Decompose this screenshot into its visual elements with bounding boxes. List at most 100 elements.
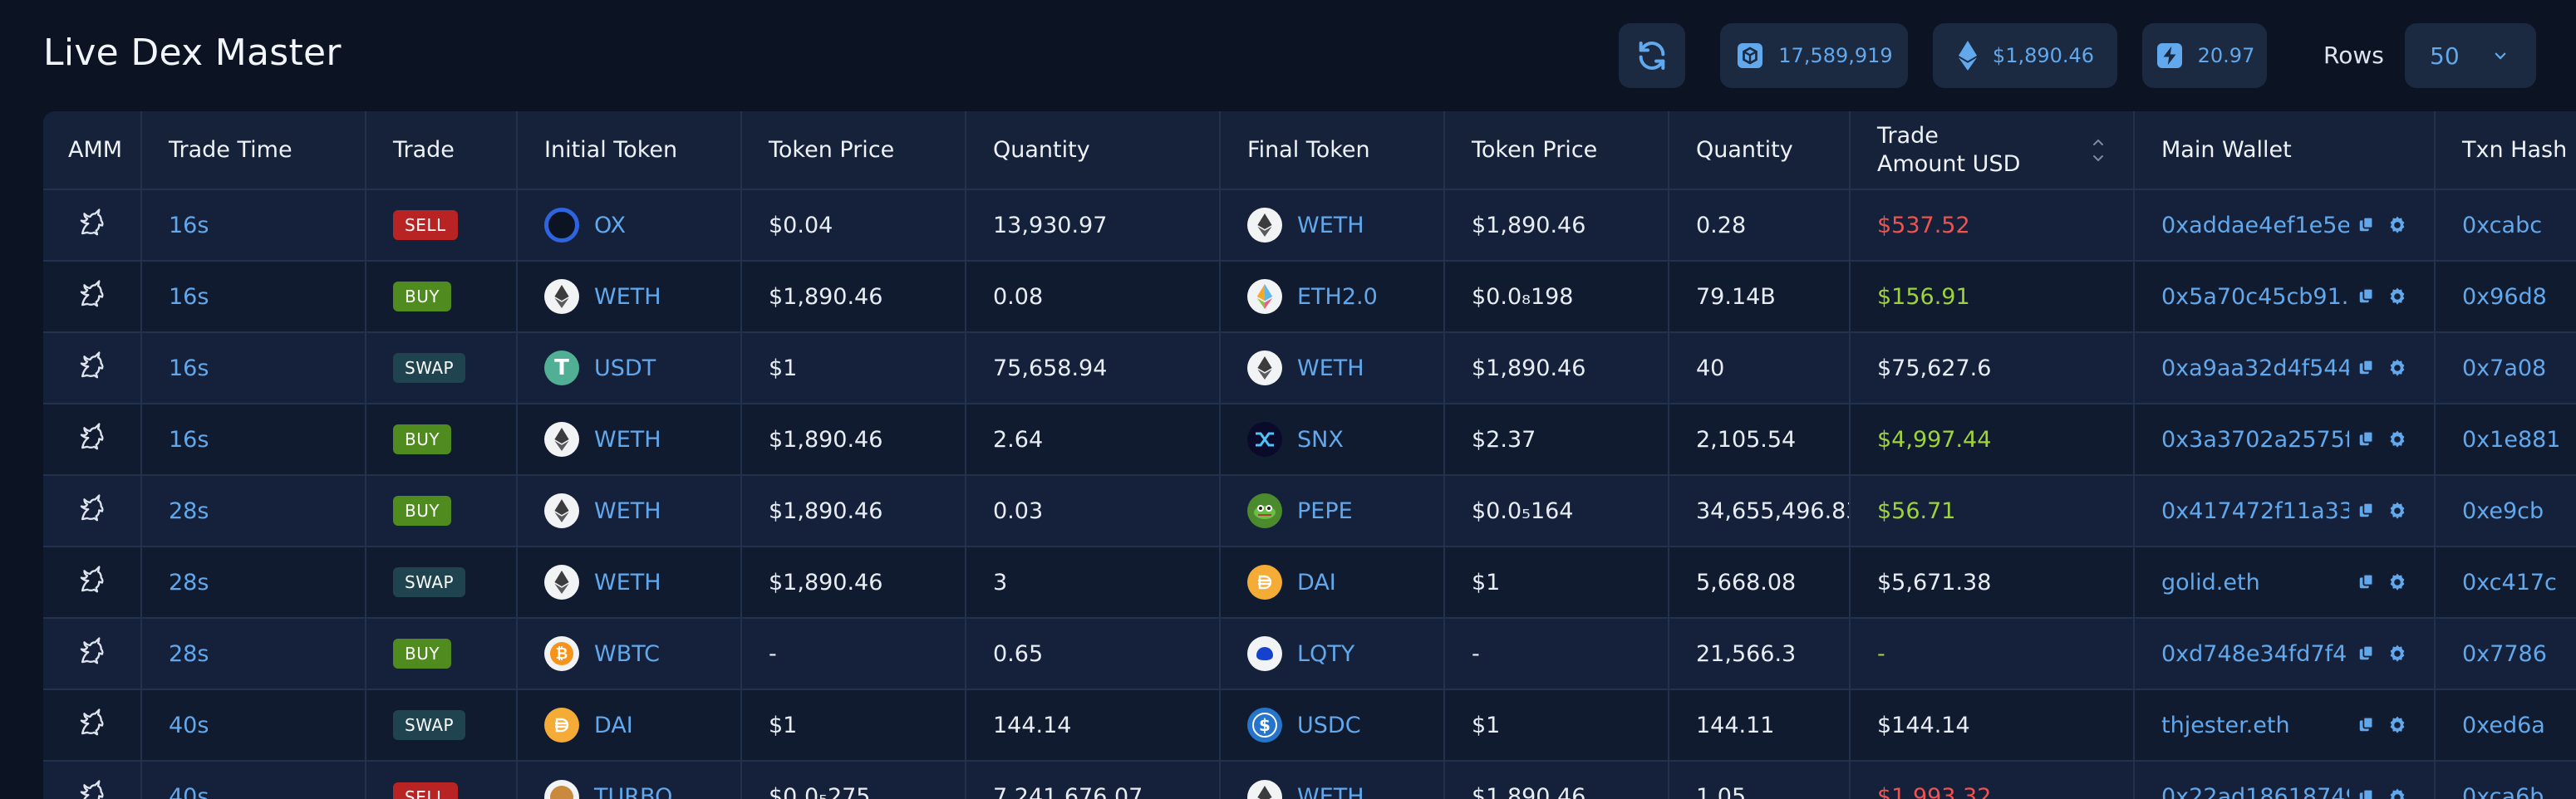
gear-icon[interactable] — [2387, 572, 2407, 592]
initial-token-cell[interactable]: WETH — [517, 261, 742, 332]
table-row[interactable]: 16s SELL OX $0.04 13,930.97 WETH $1,890.46 0.28… — [43, 189, 2576, 261]
copy-icon[interactable] — [2357, 715, 2376, 733]
final-token-cell[interactable]: LQTY — [1220, 618, 1445, 689]
final-token-link[interactable]: WETH — [1297, 784, 1364, 799]
table-row[interactable]: 28s BUY ₿ WBTC -0.65 LQTY -21,566.3-0xd748e34f… — [43, 618, 2576, 689]
copy-icon[interactable] — [2357, 644, 2376, 662]
initial-token-link[interactable]: USDT — [594, 355, 656, 381]
initial-token-link[interactable]: OX — [594, 213, 626, 238]
table-row[interactable]: 40s SWAP DAI $1 144.14 $ USDC $1 144.11 $144.14 th… — [43, 689, 2576, 761]
gear-icon[interactable] — [2387, 287, 2407, 306]
final-token-link[interactable]: PEPE — [1297, 498, 1353, 524]
txn-hash-cell[interactable]: 0x96d8 — [2435, 261, 2576, 332]
col-header-trade[interactable]: Trade — [366, 111, 518, 189]
main-wallet-cell[interactable]: 0x22ad18618749... — [2134, 761, 2436, 799]
trade-time-link[interactable]: 16s — [169, 427, 209, 453]
trade-time-cell[interactable]: 28s — [141, 618, 366, 689]
main-wallet-link[interactable]: thjester.eth — [2161, 713, 2349, 738]
initial-token-link[interactable]: WETH — [594, 427, 661, 453]
col-header-initial-token[interactable]: Initial Token — [517, 111, 742, 189]
trade-time-link[interactable]: 16s — [169, 213, 209, 238]
copy-icon[interactable] — [2357, 429, 2376, 448]
main-wallet-link[interactable]: 0xa9aa32d4f544... — [2161, 355, 2349, 381]
main-wallet-cell[interactable]: 0x3a3702a2575f... — [2134, 404, 2436, 475]
initial-token-cell[interactable]: DAI — [517, 689, 742, 761]
table-row[interactable]: 40s SELL TURBO $0.0₅275 7,241,676.07 WETH $1,8… — [43, 761, 2576, 799]
final-token-cell[interactable]: WETH — [1220, 761, 1445, 799]
main-wallet-link[interactable]: 0x417472f11a337e... — [2161, 498, 2349, 524]
trade-time-cell[interactable]: 28s — [141, 475, 366, 547]
sort-icon[interactable] — [2092, 136, 2105, 164]
copy-icon[interactable] — [2357, 572, 2376, 591]
main-wallet-cell[interactable]: golid.eth — [2134, 547, 2436, 618]
copy-icon[interactable] — [2357, 501, 2376, 519]
final-token-cell[interactable]: PEPE — [1220, 475, 1445, 547]
txn-hash-cell[interactable]: 0x7a08 — [2435, 332, 2576, 404]
initial-token-link[interactable]: WETH — [594, 570, 661, 596]
txn-hash-link[interactable]: 0xed6a — [2462, 713, 2545, 738]
trade-time-cell[interactable]: 40s — [141, 761, 366, 799]
main-wallet-link[interactable]: 0x22ad18618749... — [2161, 784, 2349, 799]
final-token-link[interactable]: DAI — [1297, 570, 1336, 596]
table-row[interactable]: 16s SWAP T USDT $1 75,658.94 WETH $1,890.46 40 $7… — [43, 332, 2576, 404]
gear-icon[interactable] — [2387, 429, 2407, 449]
initial-token-cell[interactable]: WETH — [517, 547, 742, 618]
trade-time-link[interactable]: 40s — [169, 784, 209, 799]
txn-hash-cell[interactable]: 0xc417c — [2435, 547, 2576, 618]
table-row[interactable]: 16s BUY WETH $1,890.46 2.64 SNX $2.37 2,105.54 $… — [43, 404, 2576, 475]
gear-icon[interactable] — [2387, 358, 2407, 378]
initial-token-link[interactable]: DAI — [594, 713, 633, 738]
main-wallet-cell[interactable]: thjester.eth — [2134, 689, 2436, 761]
main-wallet-link[interactable]: 0xaddae4ef1e5e... — [2161, 213, 2349, 238]
table-row[interactable]: 28s BUY WETH $1,890.46 0.03 PEPE $0.0₅164 34,65… — [43, 475, 2576, 547]
txn-hash-cell[interactable]: 0xca6b — [2435, 761, 2576, 799]
txn-hash-cell[interactable]: 0x1e881 — [2435, 404, 2576, 475]
initial-token-cell[interactable]: WETH — [517, 475, 742, 547]
txn-hash-link[interactable]: 0x1e881 — [2462, 427, 2560, 453]
gear-icon[interactable] — [2387, 715, 2407, 735]
trade-time-link[interactable]: 16s — [169, 355, 209, 381]
col-header-final-token[interactable]: Final Token — [1220, 111, 1445, 189]
copy-icon[interactable] — [2357, 358, 2376, 376]
main-wallet-link[interactable]: 0x3a3702a2575f... — [2161, 427, 2349, 453]
trade-time-link[interactable]: 28s — [169, 498, 209, 524]
final-token-cell[interactable]: WETH — [1220, 189, 1445, 261]
col-header-initial-token-price[interactable]: Token Price — [741, 111, 966, 189]
final-token-link[interactable]: SNX — [1297, 427, 1344, 453]
trade-time-cell[interactable]: 16s — [141, 261, 366, 332]
table-row[interactable]: 28s SWAP WETH $1,890.46 3 DAI $1 5,668.08 $5,671… — [43, 547, 2576, 618]
initial-token-link[interactable]: WBTC — [594, 641, 660, 667]
initial-token-link[interactable]: WETH — [594, 284, 661, 310]
initial-token-link[interactable]: WETH — [594, 498, 661, 524]
main-wallet-cell[interactable]: 0xaddae4ef1e5e... — [2134, 189, 2436, 261]
main-wallet-link[interactable]: 0xd748e34fd7f4... — [2161, 641, 2349, 667]
final-token-cell[interactable]: $ USDC — [1220, 689, 1445, 761]
final-token-link[interactable]: USDC — [1297, 713, 1361, 738]
gear-icon[interactable] — [2387, 644, 2407, 664]
trade-time-cell[interactable]: 28s — [141, 547, 366, 618]
col-header-trade-amount-usd[interactable]: Trade Amount USD — [1850, 111, 2135, 189]
main-wallet-cell[interactable]: 0x417472f11a337e... — [2134, 475, 2436, 547]
table-row[interactable]: 16s BUY WETH $1,890.46 0.08 ETH2.0 $0.0₈198 79.… — [43, 261, 2576, 332]
initial-token-cell[interactable]: OX — [517, 189, 742, 261]
col-header-txn-hash[interactable]: Txn Hash — [2435, 111, 2576, 189]
final-token-cell[interactable]: DAI — [1220, 547, 1445, 618]
col-header-final-token-price[interactable]: Token Price — [1444, 111, 1669, 189]
refresh-button[interactable] — [1619, 23, 1685, 88]
main-wallet-link[interactable]: golid.eth — [2161, 570, 2349, 596]
txn-hash-link[interactable]: 0x7a08 — [2462, 355, 2546, 381]
copy-icon[interactable] — [2357, 787, 2376, 799]
final-token-link[interactable]: WETH — [1297, 355, 1364, 381]
col-header-trade-time[interactable]: Trade Time — [141, 111, 366, 189]
col-header-initial-quantity[interactable]: Quantity — [966, 111, 1221, 189]
initial-token-cell[interactable]: ₿ WBTC — [517, 618, 742, 689]
copy-icon[interactable] — [2357, 287, 2376, 305]
trade-time-cell[interactable]: 16s — [141, 189, 366, 261]
gear-icon[interactable] — [2387, 787, 2407, 799]
trade-time-cell[interactable]: 16s — [141, 332, 366, 404]
gear-icon[interactable] — [2387, 215, 2407, 235]
initial-token-link[interactable]: TURBO — [594, 784, 672, 799]
col-header-main-wallet[interactable]: Main Wallet — [2134, 111, 2436, 189]
trade-time-link[interactable]: 28s — [169, 570, 209, 596]
col-header-amm[interactable]: AMM — [43, 111, 142, 189]
